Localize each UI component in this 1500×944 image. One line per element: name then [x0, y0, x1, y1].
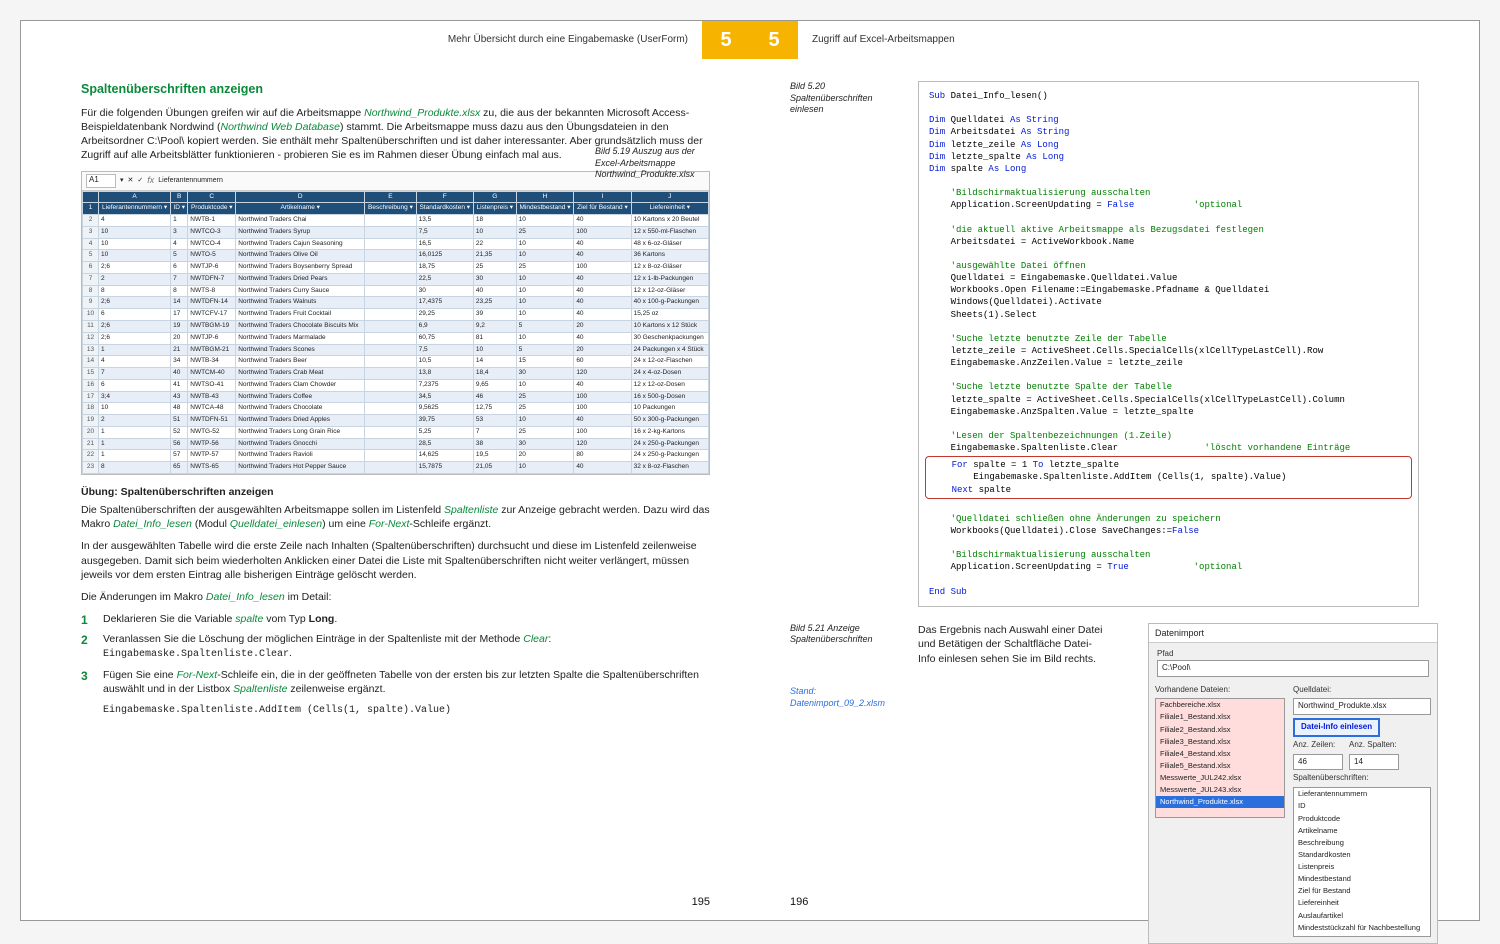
book-spread: Mehr Übersicht durch eine Eingabemaske (…	[20, 20, 1480, 921]
chapter-tab-left: 5	[702, 21, 750, 59]
anz-zeilen-label: Anz. Zeilen:	[1293, 740, 1343, 751]
exercise-p3: Die Änderungen im Makro Datei_Info_lesen…	[81, 590, 710, 604]
anz-zeilen-input[interactable]: 46	[1293, 754, 1343, 771]
columns-listbox[interactable]: LieferantennummernIDProduktcodeArtikelna…	[1293, 787, 1431, 937]
step-2: 2 Veranlassen Sie die Löschung der mögli…	[81, 632, 710, 662]
file-stand-label: Stand: Datenimport_09_2.xlsm	[790, 686, 900, 709]
userform-mock: Datenimport Pfad C:\Pool\ Vorhandene Dat…	[1148, 623, 1438, 944]
fx-icon: fx	[147, 174, 154, 186]
page-number-left: 195	[692, 895, 710, 910]
anz-spalten-label: Anz. Spalten:	[1349, 740, 1399, 751]
result-paragraph: Das Ergebnis nach Auswahl einer Datei un…	[918, 623, 1108, 944]
anz-spalten-input[interactable]: 14	[1349, 754, 1399, 771]
pfad-label: Pfad	[1157, 649, 1429, 660]
header-text-right: Zugriff auf Excel-Arbeitsmappen	[812, 33, 955, 47]
vba-code-listing: Sub Datei_Info_lesen() Dim Quelldatei As…	[918, 81, 1419, 607]
step-1: 1 Deklarieren Sie die Variable spalte vo…	[81, 612, 710, 626]
exercise-p2: In der ausgewählten Tabelle wird die ers…	[81, 539, 710, 582]
header-right: 5 Zugriff auf Excel-Arbeitsmappen	[750, 21, 1479, 59]
pfad-input[interactable]: C:\Pool\	[1157, 660, 1429, 677]
page-number-right: 196	[790, 895, 808, 910]
formula-bar-value: Lieferantennummern	[158, 176, 223, 185]
files-label: Vorhandene Dateien:	[1155, 685, 1285, 696]
exercise-p1: Die Spaltenüberschriften der ausgewählte…	[81, 503, 710, 531]
caption-5-20: Bild 5.20 Spaltenüberschriften einlesen	[790, 81, 900, 116]
form-title: Datenimport	[1149, 624, 1437, 643]
caption-5-19: Bild 5.19 Auszug aus der Excel-Arbeitsma…	[595, 146, 695, 181]
files-listbox[interactable]: Fachbereiche.xlsxFiliale1_Bestand.xlsxFi…	[1155, 698, 1285, 818]
chapter-tab-right: 5	[750, 21, 798, 59]
excel-name-box: A1	[86, 174, 116, 188]
excel-header-row: 1Lieferantennummern ▾ID ▾Produktcode ▾Ar…	[83, 203, 709, 215]
exercise-heading: Übung: Spaltenüberschriften anzeigen	[81, 485, 710, 499]
section-heading: Spaltenüberschriften anzeigen	[81, 81, 710, 98]
quelldatei-input[interactable]: Northwind_Produkte.xlsx	[1293, 698, 1431, 715]
excel-table: ABCDEFGHIJ 1Lieferantennummern ▾ID ▾Prod…	[82, 191, 709, 474]
step-3: 3 Fügen Sie eine For-Next-Schleife ein, …	[81, 668, 710, 718]
caption-5-21: Bild 5.21 Anzeige Spaltenüberschriften	[790, 623, 900, 646]
header-left: Mehr Übersicht durch eine Eingabemaske (…	[21, 21, 750, 59]
excel-col-letters: ABCDEFGHIJ	[83, 191, 709, 203]
page-left: Mehr Übersicht durch eine Eingabemaske (…	[21, 21, 750, 920]
quelldatei-label: Quelldatei:	[1293, 685, 1431, 696]
excel-screenshot: A1 ▾ ✕ ✓ fx Lieferantennummern ABCDEFGHI…	[81, 171, 710, 475]
header-text-left: Mehr Übersicht durch eine Eingabemaske (…	[448, 33, 688, 47]
spalten-label: Spaltenüberschriften:	[1293, 773, 1431, 784]
step-list: 1 Deklarieren Sie die Variable spalte vo…	[81, 612, 710, 718]
read-info-button[interactable]: Datei-Info einlesen	[1293, 718, 1380, 737]
page-right: 5 Zugriff auf Excel-Arbeitsmappen Bild 5…	[750, 21, 1479, 920]
